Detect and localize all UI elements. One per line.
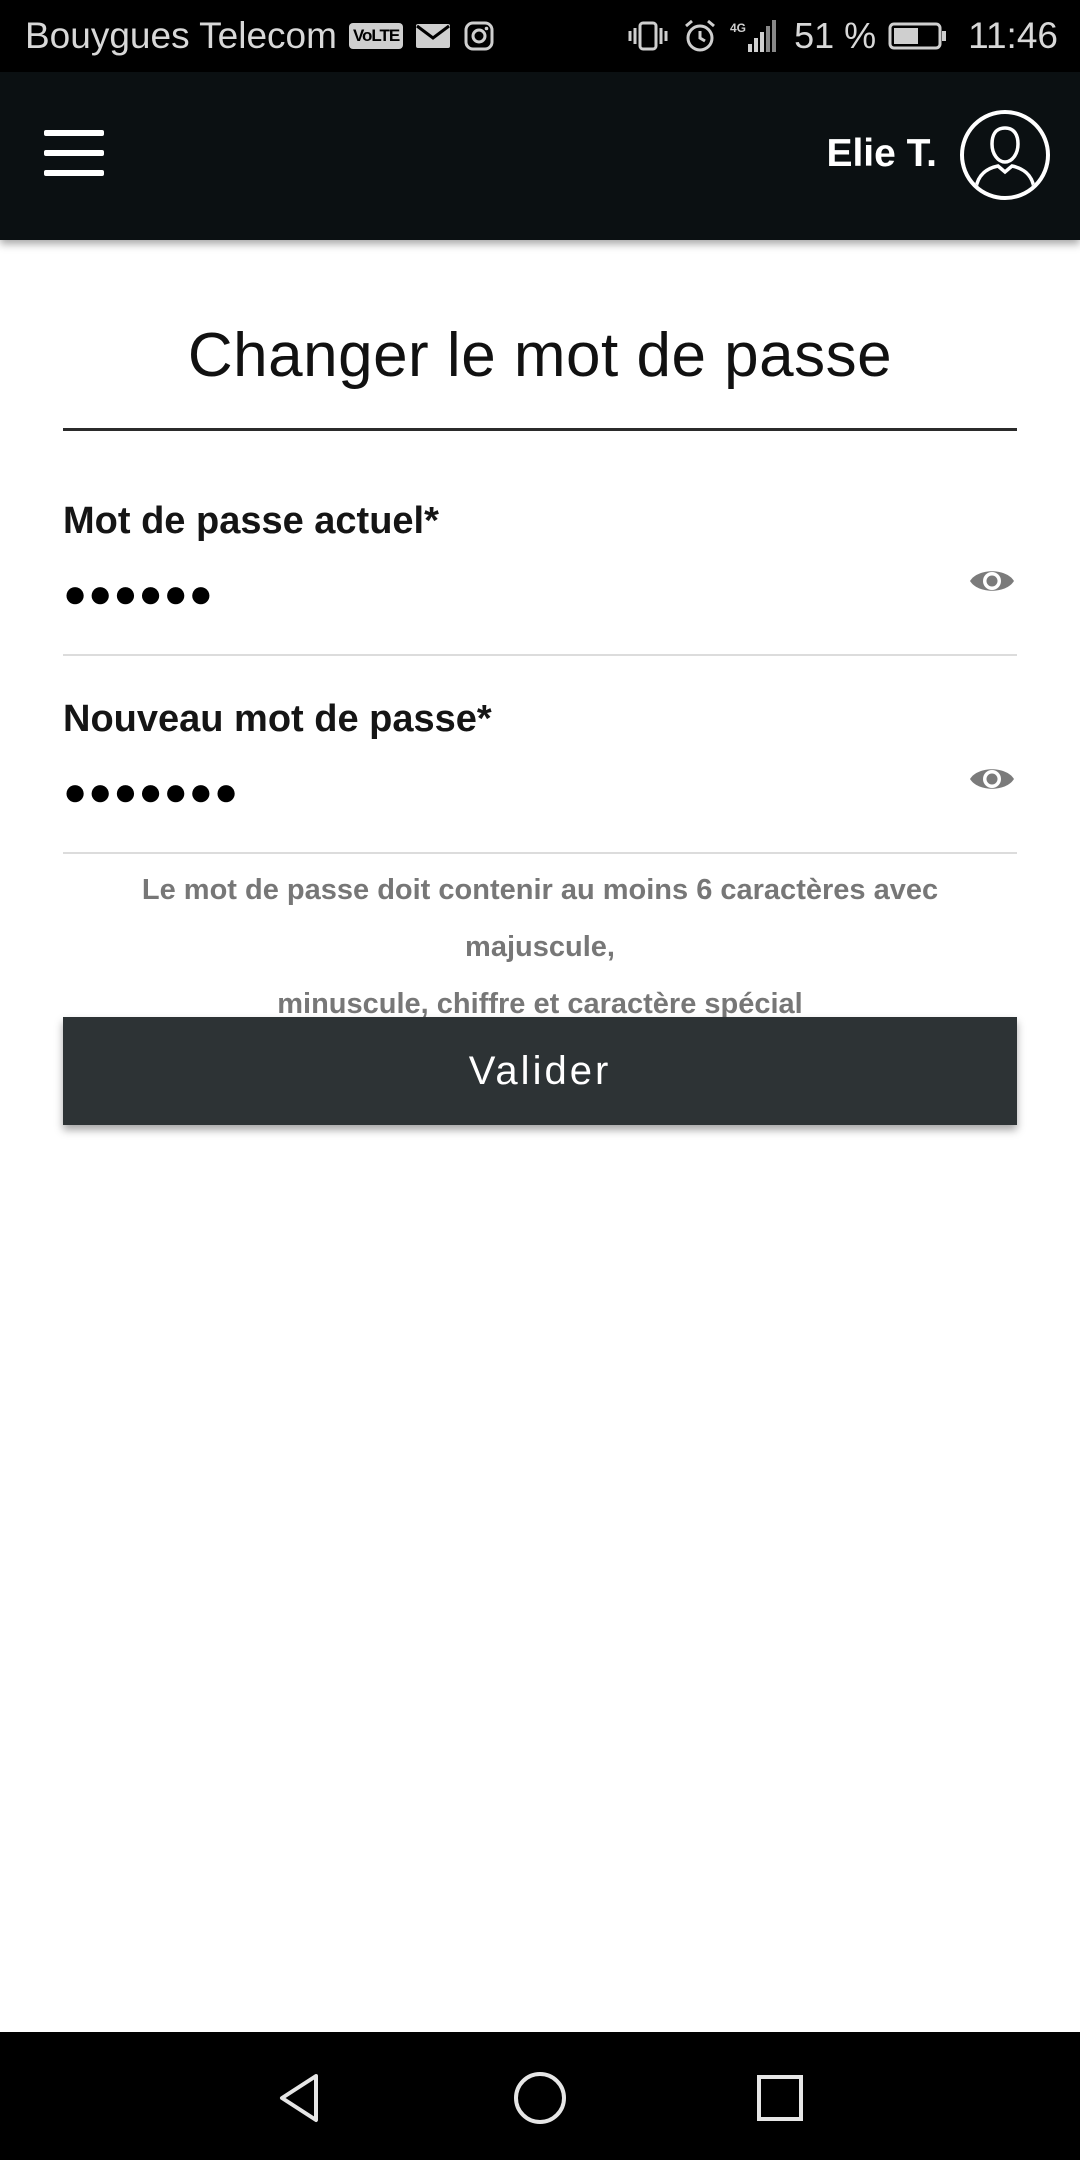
current-password-underline — [63, 654, 1017, 656]
hint-line-1: Le mot de passe doit contenir au moins 6… — [141, 874, 939, 963]
status-bar: Bouygues Telecom VoLTE 4G 51 % 11:46 — [0, 0, 1080, 72]
show-new-password-eye-icon[interactable] — [968, 762, 1016, 796]
show-password-eye-icon[interactable] — [968, 564, 1016, 598]
menu-bar-line — [44, 150, 104, 156]
system-navigation-bar — [0, 2032, 1080, 2160]
current-password-label: Mot de passe actuel* — [63, 500, 439, 542]
current-password-input[interactable]: ●●●●●● — [63, 572, 214, 617]
vibrate-icon — [626, 20, 670, 52]
instagram-icon — [463, 20, 495, 52]
new-password-underline — [63, 852, 1017, 854]
battery-percent: 51 % — [794, 15, 877, 56]
home-circle-icon[interactable] — [510, 2068, 570, 2128]
new-password-label: Nouveau mot de passe* — [63, 698, 492, 740]
title-divider — [63, 428, 1017, 431]
volte-icon: VoLTE — [348, 23, 404, 49]
validate-button[interactable]: Valider — [63, 1017, 1017, 1125]
page-title: Changer le mot de passe — [187, 321, 893, 390]
back-triangle-icon[interactable] — [270, 2068, 330, 2128]
new-password-input[interactable]: ●●●●●●● — [63, 770, 239, 815]
app-header: Elie T. — [0, 72, 1080, 240]
carrier-name: Bouygues Telecom — [25, 15, 337, 56]
menu-bar-line — [44, 130, 104, 136]
clock: 11:46 — [968, 15, 1058, 56]
user-name[interactable]: Elie T. — [826, 124, 937, 184]
recents-square-icon[interactable] — [750, 2068, 810, 2128]
battery-icon — [888, 21, 948, 51]
svg-text:4G: 4G — [730, 21, 746, 35]
alarm-icon — [682, 18, 718, 54]
status-bar-left: Bouygues Telecom VoLTE — [25, 15, 495, 57]
mail-icon — [415, 22, 451, 50]
user-avatar-icon[interactable] — [960, 110, 1050, 200]
password-requirements-hint: Le mot de passe doit contenir au moins 6… — [63, 862, 1017, 1033]
hamburger-menu-icon[interactable] — [44, 130, 104, 176]
menu-bar-line — [44, 170, 104, 176]
signal-icon: 4G — [730, 18, 778, 54]
status-bar-right: 4G 51 % 11:46 — [626, 15, 1058, 57]
